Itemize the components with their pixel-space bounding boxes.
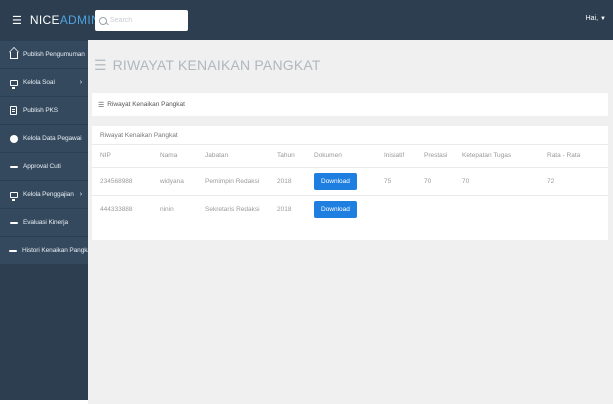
sidebar-item-label: Kelola Data Pegawai bbox=[23, 135, 82, 142]
cell-nama: widyana bbox=[152, 167, 197, 196]
cell-tahun: 2018 bbox=[269, 167, 306, 196]
download-button[interactable]: Download bbox=[314, 172, 357, 190]
download-button[interactable]: Download bbox=[314, 200, 357, 218]
bar-icon bbox=[9, 249, 17, 252]
sidebar: Publish Pengumuman Kelola Soal › Publish… bbox=[0, 40, 93, 404]
table-header-row: NIP Nama Jabatan Tahun Dokumen Inisiatif… bbox=[92, 145, 608, 168]
cell-jabatan: Pemimpin Redaksi bbox=[197, 167, 269, 196]
circle-icon bbox=[9, 134, 18, 143]
caret-down-icon: ▼ bbox=[600, 15, 606, 22]
column-header-nama: Nama bbox=[152, 145, 197, 168]
top-navbar: ☰ NICE ADMIN Hai, ▼ bbox=[0, 0, 613, 40]
search-icon bbox=[99, 16, 107, 25]
cell-prestasi: 70 bbox=[416, 167, 454, 196]
search-box[interactable] bbox=[95, 10, 188, 31]
column-header-nip: NIP bbox=[92, 145, 152, 168]
cell-rata-rata: 72 bbox=[539, 167, 608, 196]
column-header-jabatan: Jabatan bbox=[197, 145, 269, 168]
search-input[interactable] bbox=[110, 17, 180, 24]
user-greeting: Hai, bbox=[585, 15, 599, 22]
sidebar-item-label: Publish Pengumuman bbox=[23, 51, 85, 58]
cell-dokumen: Download bbox=[306, 167, 376, 196]
cell-dokumen: Download bbox=[306, 195, 376, 223]
cell-tahun: 2018 bbox=[277, 205, 292, 213]
cell-inisiatif: 75 bbox=[376, 167, 416, 196]
breadcrumb: ☰ Riwayat Kenaikan Pangkat bbox=[92, 93, 608, 116]
column-header-rata-rata: Rata - Rata bbox=[539, 145, 608, 168]
main-content: ☰ RIWAYAT KENAIKAN PANGKAT ☰ Riwayat Ken… bbox=[88, 40, 613, 404]
riwayat-panel: Riwayat Kenaikan Pangkat NIP Nama Jabata… bbox=[92, 126, 608, 240]
cell-nip: 444333888 bbox=[100, 205, 133, 213]
cell-ketepatan-tugas bbox=[454, 195, 539, 223]
column-header-tahun: Tahun bbox=[269, 145, 306, 168]
list-icon: ☰ bbox=[98, 101, 105, 109]
brand[interactable]: ☰ NICE ADMIN bbox=[0, 0, 100, 40]
home-icon bbox=[9, 51, 18, 59]
sidebar-item-label: Kelola Soal bbox=[23, 79, 55, 86]
cell-nip: 234568988 bbox=[92, 167, 152, 196]
cell-prestasi bbox=[416, 195, 454, 223]
sidebar-footer-strip bbox=[0, 400, 88, 404]
hamburger-icon[interactable]: ☰ bbox=[12, 14, 22, 27]
table-row: 444333888 ninin Sekretaris Redaksi 2018 … bbox=[92, 195, 608, 223]
sidebar-item-evaluasi-kinerja[interactable]: Evaluasi Kinerja bbox=[0, 209, 88, 236]
page-header: ☰ RIWAYAT KENAIKAN PANGKAT bbox=[94, 57, 321, 73]
sidebar-item-histori-kenaikan-pangkat[interactable]: Histori Kenaikan Pangkat bbox=[0, 237, 93, 264]
brand-name-part1: NICE bbox=[29, 13, 60, 27]
sidebar-item-label: Evaluasi Kinerja bbox=[23, 219, 69, 226]
sidebar-item-label: Kelola Penggajian bbox=[23, 191, 74, 198]
cell-ketepatan-tugas: 70 bbox=[454, 167, 539, 196]
column-header-prestasi: Prestasi bbox=[416, 145, 454, 168]
sidebar-item-approval-cuti[interactable]: Approval Cuti bbox=[0, 153, 88, 180]
bar-icon bbox=[9, 165, 18, 168]
brand-name-part2: ADMIN bbox=[59, 13, 100, 27]
column-header-ketepatan-tugas: Ketepatan Tugas bbox=[454, 145, 539, 168]
table-row: 234568988 widyana Pemimpin Redaksi 2018 … bbox=[92, 167, 608, 196]
list-icon: ☰ bbox=[94, 57, 107, 73]
sidebar-item-label: Approval Cuti bbox=[23, 163, 61, 170]
chevron-right-icon: › bbox=[79, 191, 82, 198]
column-header-inisiatif: Inisiatif bbox=[376, 145, 416, 168]
monitor-icon bbox=[9, 191, 18, 201]
monitor-icon bbox=[9, 79, 18, 89]
cell-inisiatif bbox=[376, 195, 416, 223]
bar-icon bbox=[9, 221, 18, 224]
doc-icon bbox=[9, 106, 18, 115]
cell-rata-rata bbox=[539, 195, 608, 223]
sidebar-item-kelola-data-pegawai[interactable]: Kelola Data Pegawai bbox=[0, 125, 88, 152]
breadcrumb-label: Riwayat Kenaikan Pangkat bbox=[107, 101, 185, 108]
page-title: RIWAYAT KENAIKAN PANGKAT bbox=[112, 57, 321, 73]
sidebar-item-label: Histori Kenaikan Pangkat bbox=[22, 247, 93, 254]
panel-title: Riwayat Kenaikan Pangkat bbox=[92, 126, 608, 145]
riwayat-table: NIP Nama Jabatan Tahun Dokumen Inisiatif… bbox=[92, 145, 608, 223]
column-header-dokumen: Dokumen bbox=[306, 145, 376, 168]
user-menu[interactable]: Hai, ▼ bbox=[586, 15, 606, 22]
sidebar-item-publish-pengumuman[interactable]: Publish Pengumuman bbox=[0, 41, 88, 68]
cell-nama: ninin bbox=[160, 205, 174, 213]
sidebar-item-publish-pks[interactable]: Publish PKS bbox=[0, 97, 88, 124]
cell-jabatan: Sekretaris Redaksi bbox=[205, 205, 260, 213]
sidebar-item-label: Publish PKS bbox=[23, 107, 59, 114]
chevron-right-icon: › bbox=[79, 79, 82, 86]
sidebar-item-kelola-soal[interactable]: Kelola Soal › bbox=[0, 69, 88, 96]
sidebar-item-kelola-penggajian[interactable]: Kelola Penggajian › bbox=[0, 181, 88, 208]
